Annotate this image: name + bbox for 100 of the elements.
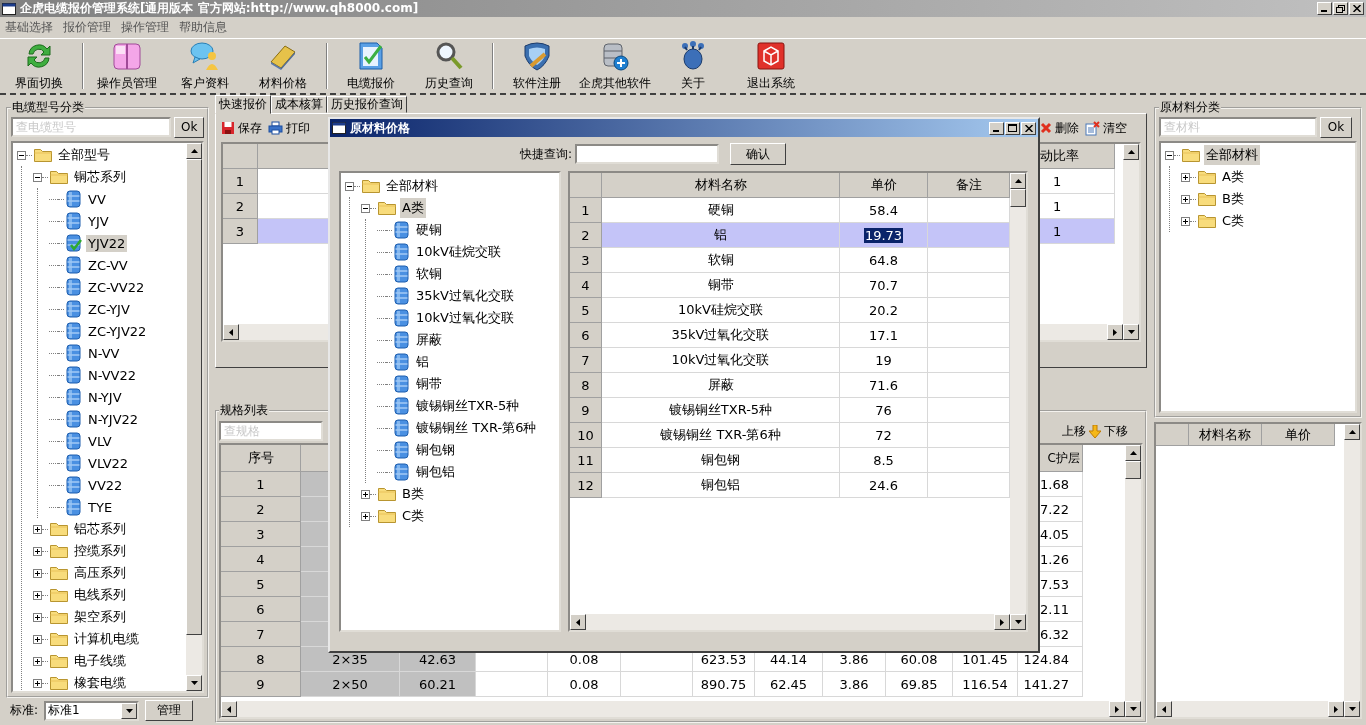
expander-icon[interactable] <box>33 590 42 600</box>
toolbar-button[interactable]: 退出系统 <box>732 40 810 92</box>
expander-icon[interactable] <box>1181 172 1190 182</box>
toolbar-button[interactable]: 客户资料 <box>166 40 244 92</box>
scroll-down-button[interactable] <box>1123 324 1139 340</box>
tree-item[interactable]: 计算机电缆 <box>72 629 141 649</box>
expander-icon[interactable] <box>33 678 42 688</box>
tree-item[interactable]: ZC-VV22 <box>86 278 147 296</box>
close-button[interactable] <box>1021 121 1036 135</box>
tree-item[interactable]: 35kV过氧化交联 <box>414 286 516 306</box>
tree-item[interactable]: 全部材料 <box>1204 145 1260 165</box>
close-button[interactable] <box>1349 2 1364 15</box>
tree-item[interactable]: VV <box>86 190 108 208</box>
tree-item[interactable]: 屏蔽 <box>414 330 444 350</box>
expander-icon[interactable] <box>33 172 42 182</box>
toolbar-button[interactable]: 保存 <box>221 119 262 137</box>
toolbar-button[interactable]: 删除 <box>1040 119 1079 137</box>
minimize-button[interactable] <box>989 121 1004 135</box>
tree-item[interactable]: 镀锡铜丝TXR-5种 <box>414 396 522 416</box>
scroll-left-button[interactable] <box>223 324 239 340</box>
tree-item[interactable]: 电子线缆 <box>72 651 128 671</box>
tree-item[interactable]: ZC-YJV22 <box>86 322 149 340</box>
scroll-left-button[interactable] <box>570 614 586 630</box>
tree-item[interactable]: VLV22 <box>86 454 131 472</box>
tree-item[interactable]: 硬铜 <box>414 220 444 240</box>
expander-icon[interactable] <box>345 181 354 191</box>
tree-item[interactable]: A类 <box>400 198 426 218</box>
horizontal-scrollbar[interactable] <box>570 614 1010 630</box>
scroll-thumb[interactable] <box>1010 189 1026 207</box>
toolbar-button[interactable]: 关于 <box>654 40 732 92</box>
toolbar-button[interactable]: 清空 <box>1085 119 1127 137</box>
scroll-down-button[interactable] <box>186 675 202 691</box>
tab[interactable]: 成本核算 <box>271 96 327 113</box>
scroll-left-button[interactable] <box>1156 701 1172 717</box>
scroll-up-button[interactable] <box>1344 424 1360 440</box>
scroll-right-button[interactable] <box>994 614 1010 630</box>
vertical-scrollbar[interactable] <box>1125 445 1141 717</box>
dropdown-button[interactable] <box>121 702 138 719</box>
tree-item[interactable]: 铜芯系列 <box>72 167 128 187</box>
expander-icon[interactable] <box>33 546 42 556</box>
tree-item[interactable]: 高压系列 <box>72 563 128 583</box>
tree-item[interactable]: N-VV <box>86 344 122 362</box>
scroll-up-button[interactable] <box>1010 173 1026 189</box>
expander-icon[interactable] <box>361 489 370 499</box>
tree-item[interactable]: B类 <box>400 484 426 504</box>
tree-item[interactable]: 10kV过氧化交联 <box>414 308 516 328</box>
scroll-down-button[interactable] <box>1125 701 1141 717</box>
tree-item[interactable]: N-YJV <box>86 388 124 406</box>
tree-item[interactable]: 全部材料 <box>384 176 440 196</box>
scroll-right-button[interactable] <box>1109 701 1125 717</box>
expander-icon[interactable] <box>361 203 370 213</box>
tree-item[interactable]: C类 <box>1220 211 1247 231</box>
tree-item[interactable]: 橡套电缆 <box>72 673 128 691</box>
tree-item[interactable]: N-YJV22 <box>86 410 141 428</box>
tree-item[interactable]: VV22 <box>86 476 125 494</box>
confirm-button[interactable]: 确认 <box>730 143 787 165</box>
standard-dropdown[interactable]: 标准1 <box>44 700 140 721</box>
vertical-scrollbar[interactable] <box>1123 144 1139 340</box>
restore-button[interactable] <box>1333 2 1348 15</box>
tree-item[interactable]: 控缆系列 <box>72 541 128 561</box>
tree-item[interactable]: 架空系列 <box>72 607 128 627</box>
tree-item[interactable]: 铜带 <box>414 374 444 394</box>
expander-icon[interactable] <box>33 612 42 622</box>
scroll-up-button[interactable] <box>1123 144 1139 160</box>
toolbar-button[interactable]: 软件注册 <box>498 40 576 92</box>
toolbar-button[interactable]: 界面切换 <box>0 40 78 92</box>
tree-item[interactable]: N-VV22 <box>86 366 138 384</box>
tree-item[interactable]: VLV <box>86 432 114 450</box>
scroll-left-button[interactable] <box>221 701 237 717</box>
scroll-up-button[interactable] <box>1125 445 1141 461</box>
scroll-down-button[interactable] <box>1010 614 1026 630</box>
menu-item[interactable]: 操作管理 <box>121 19 169 36</box>
menu-item[interactable]: 基础选择 <box>5 19 53 36</box>
scroll-right-button[interactable] <box>1328 701 1344 717</box>
ok-button[interactable]: Ok <box>174 116 205 138</box>
minimize-button[interactable] <box>1317 2 1332 15</box>
toolbar-button[interactable]: 电缆报价 <box>332 40 410 92</box>
tree-item[interactable]: C类 <box>400 506 427 526</box>
scroll-thumb[interactable] <box>1125 461 1141 479</box>
tab[interactable]: 历史报价查询 <box>327 96 407 113</box>
toolbar-button[interactable]: 打印 <box>268 119 310 137</box>
ok-button[interactable]: Ok <box>1320 116 1352 138</box>
tree-item[interactable]: TYE <box>86 498 115 516</box>
toolbar-button[interactable]: 操作员管理 <box>88 40 166 92</box>
tree-item[interactable]: A类 <box>1220 167 1246 187</box>
tree-item[interactable]: 电线系列 <box>72 585 128 605</box>
tree-item[interactable]: B类 <box>1220 189 1246 209</box>
scroll-up-button[interactable] <box>186 143 202 159</box>
expander-icon[interactable] <box>33 568 42 578</box>
horizontal-scrollbar[interactable] <box>1156 701 1344 717</box>
tree-item[interactable]: ZC-YJV <box>86 300 132 318</box>
toolbar-button[interactable]: 材料价格 <box>244 40 322 92</box>
tree-item[interactable]: 镀锡铜丝 TXR-第6种 <box>414 418 539 438</box>
tree-item[interactable]: YJV22 <box>86 234 128 252</box>
tree-item[interactable]: 10kV硅烷交联 <box>414 242 503 262</box>
menu-item[interactable]: 帮助信息 <box>179 19 227 36</box>
scroll-down-button[interactable] <box>1344 701 1360 717</box>
tree-item[interactable]: YJV <box>86 212 111 230</box>
expander-icon[interactable] <box>1181 194 1190 204</box>
expander-icon[interactable] <box>1165 150 1174 160</box>
